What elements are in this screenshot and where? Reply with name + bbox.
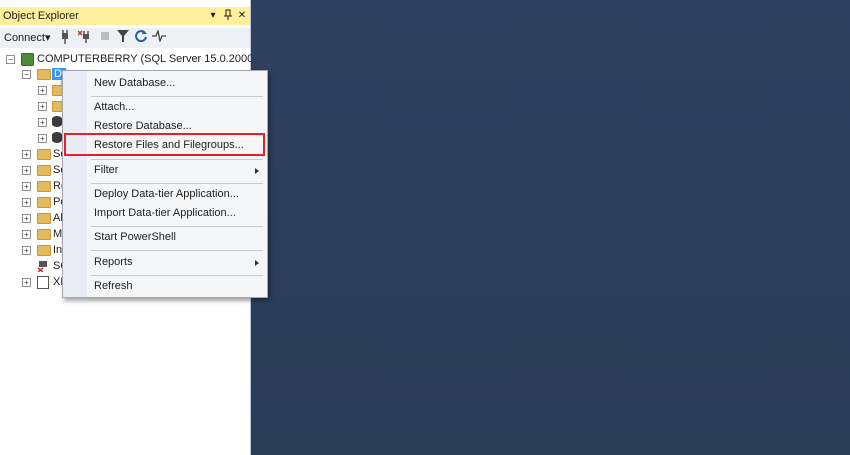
- highlight-annotation-box: [64, 133, 265, 156]
- tree-node-management[interactable]: + M: [0, 227, 62, 242]
- expand-icon[interactable]: +: [22, 230, 31, 239]
- menu-item-start-powershell[interactable]: Start PowerShell: [94, 231, 176, 243]
- pin-icon[interactable]: [222, 9, 234, 23]
- tree-node-label: In: [53, 244, 63, 256]
- tree-node-db-child[interactable]: +: [0, 115, 62, 130]
- database-icon: [52, 132, 62, 143]
- menu-item-attach[interactable]: Attach...: [94, 101, 134, 113]
- menu-separator: [91, 159, 263, 160]
- disconnect-plug-icon[interactable]: [77, 30, 92, 46]
- submenu-arrow-icon: [255, 260, 259, 266]
- stop-icon[interactable]: [98, 30, 112, 46]
- tree-node-integration-services[interactable]: + In: [0, 243, 62, 258]
- tree-node-server-objects[interactable]: + Se: [0, 163, 66, 178]
- menu-separator: [91, 275, 263, 276]
- expand-icon[interactable]: +: [22, 166, 31, 175]
- folder-icon: [37, 213, 51, 224]
- menu-item-new-database[interactable]: New Database...: [94, 77, 175, 89]
- expand-icon[interactable]: +: [22, 182, 31, 191]
- connect-label: Connect: [4, 32, 45, 44]
- folder-icon: [37, 229, 51, 240]
- tree-node-server[interactable]: − COMPUTERBERRY (SQL Server 15.0.2000.5 …: [0, 52, 288, 67]
- tree-node-db-child[interactable]: +: [0, 131, 62, 146]
- folder-icon: [37, 165, 51, 176]
- tree-node-db-child[interactable]: +: [0, 99, 63, 114]
- tree-node-replication[interactable]: + Re: [0, 179, 67, 194]
- connect-plug-icon[interactable]: [58, 30, 72, 46]
- refresh-icon[interactable]: [134, 30, 148, 46]
- filter-icon[interactable]: [116, 30, 130, 46]
- tree-node-label: M: [53, 228, 63, 240]
- folder-icon: [37, 69, 51, 80]
- object-explorer-toolbar: Connect▾: [0, 28, 250, 48]
- xevent-icon: [37, 276, 49, 289]
- folder-icon: [37, 197, 51, 208]
- chevron-down-icon: ▾: [44, 32, 51, 44]
- context-menu: New Database... Attach... Restore Databa…: [62, 70, 268, 298]
- submenu-arrow-icon: [255, 168, 259, 174]
- server-icon: [21, 53, 34, 66]
- menu-item-import-data-tier[interactable]: Import Data-tier Application...: [94, 207, 236, 219]
- expand-icon[interactable]: +: [38, 102, 47, 111]
- connect-button[interactable]: Connect▾: [4, 31, 51, 44]
- menu-item-refresh[interactable]: Refresh: [94, 280, 133, 292]
- folder-icon: [37, 149, 51, 160]
- expand-icon[interactable]: +: [38, 134, 47, 143]
- tree-node-sql-agent[interactable]: SQ: [0, 259, 69, 274]
- panel-title: Object Explorer: [3, 10, 79, 22]
- menu-item-deploy-data-tier[interactable]: Deploy Data-tier Application...: [94, 188, 239, 200]
- tree-node-always-on[interactable]: + Al: [0, 211, 63, 226]
- tree-node-db-child[interactable]: +: [0, 83, 63, 98]
- folder-icon: [37, 181, 51, 192]
- expand-icon[interactable]: +: [22, 150, 31, 159]
- menu-item-filter[interactable]: Filter: [94, 164, 118, 176]
- activity-monitor-icon[interactable]: [152, 28, 166, 46]
- collapse-icon[interactable]: −: [6, 55, 15, 64]
- document-workspace: [251, 0, 850, 455]
- menu-separator: [91, 226, 263, 227]
- menu-separator: [91, 183, 263, 184]
- expand-icon[interactable]: +: [38, 118, 47, 127]
- menu-separator: [91, 250, 263, 251]
- menu-separator: [91, 96, 263, 97]
- folder-icon: [37, 245, 51, 256]
- menu-item-restore-database[interactable]: Restore Database...: [94, 120, 192, 132]
- panel-title-bar: Object Explorer ▾ ✕: [0, 7, 250, 25]
- tree-node-security[interactable]: + Se: [0, 147, 66, 162]
- panel-dropdown-icon[interactable]: ▾: [207, 9, 219, 23]
- expand-icon[interactable]: +: [22, 214, 31, 223]
- expand-icon[interactable]: +: [22, 278, 31, 287]
- menu-icon-gutter: [63, 71, 87, 297]
- expand-icon[interactable]: +: [22, 198, 31, 207]
- expand-icon[interactable]: +: [38, 86, 47, 95]
- tree-node-xevent-profiler[interactable]: + XE: [0, 275, 68, 290]
- tree-node-polybase[interactable]: + Po: [0, 195, 66, 210]
- collapse-icon[interactable]: −: [22, 70, 31, 79]
- close-icon[interactable]: ✕: [236, 9, 248, 23]
- expand-icon[interactable]: +: [22, 246, 31, 255]
- database-icon: [52, 116, 62, 127]
- sql-agent-icon: [37, 260, 49, 273]
- menu-item-reports[interactable]: Reports: [94, 256, 133, 268]
